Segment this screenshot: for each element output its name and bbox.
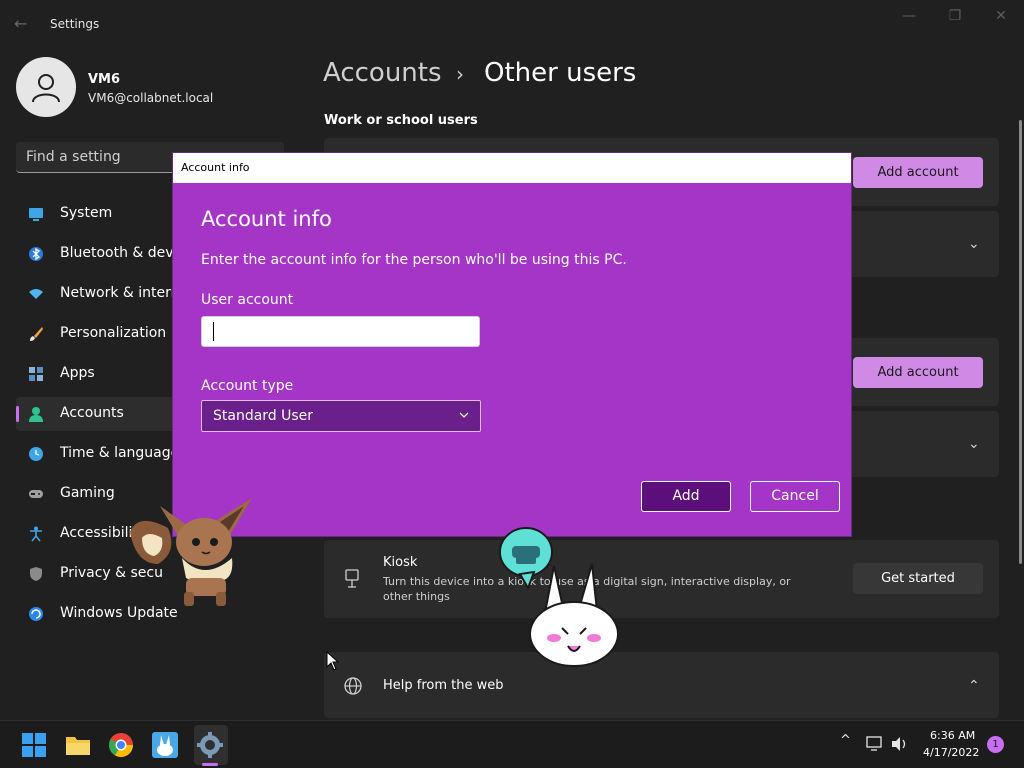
sidebar-item-label: Network & interne [60, 285, 189, 301]
profile-email: VM6@collabnet.local [88, 91, 214, 105]
kiosk-title: Kiosk [383, 555, 418, 570]
maximize-button[interactable]: ❐ [940, 8, 970, 26]
tray-overflow-chevron-icon[interactable]: ^ [840, 733, 851, 748]
account-info-dialog: Account info Account info Enter the acco… [172, 152, 852, 537]
sidebar-item-label: Bluetooth & devic [60, 245, 186, 261]
notification-badge[interactable]: 1 [987, 736, 1004, 753]
volume-tray-icon[interactable] [891, 736, 909, 752]
profile-name: VM6 [88, 72, 121, 87]
section-heading-work-school: Work or school users [324, 113, 478, 128]
sidebar-item-label: Apps [60, 365, 95, 381]
chrome-icon[interactable] [107, 731, 135, 759]
person-icon [29, 407, 43, 422]
fox-sticker-icon [130, 498, 252, 606]
gamepad-icon [29, 490, 43, 498]
file-explorer-icon[interactable] [64, 731, 92, 759]
user-account-label: User account [201, 292, 294, 308]
accessibility-icon [30, 526, 42, 542]
account-type-select[interactable]: Standard User [201, 400, 481, 432]
sidebar-item-label: Time & language [60, 445, 180, 461]
bunny-sticker-icon [499, 527, 619, 667]
account-type-label: Account type [201, 378, 294, 394]
mouse-cursor-icon [326, 651, 340, 671]
dialog-description: Enter the account info for the person wh… [201, 252, 627, 268]
breadcrumb-accounts[interactable]: Accounts [323, 58, 442, 88]
add-other-user-button[interactable]: Add account [853, 357, 983, 388]
brush-icon [30, 327, 43, 341]
chevron-down-icon[interactable]: ⌄ [968, 236, 980, 252]
breadcrumb-separator-icon: › [456, 62, 464, 86]
user-account-input[interactable] [201, 316, 480, 347]
cancel-button[interactable]: Cancel [750, 481, 840, 512]
scrollbar[interactable] [1019, 120, 1022, 564]
chevron-down-icon [459, 412, 469, 418]
text-caret [213, 322, 214, 341]
taskbar-running-indicator [202, 763, 218, 766]
back-arrow-icon[interactable]: ← [14, 14, 34, 34]
clock-date[interactable]: 4/17/2022 [923, 746, 979, 759]
sidebar-item-label: Gaming [60, 485, 115, 501]
app-title: Settings [50, 17, 100, 31]
sidebar-item-label: System [60, 205, 113, 221]
clock-globe-icon [29, 447, 43, 461]
network-tray-icon[interactable] [866, 736, 884, 752]
account-type-value: Standard User [213, 408, 314, 424]
update-icon [29, 607, 43, 621]
kiosk-get-started-button[interactable]: Get started [853, 563, 983, 594]
person-icon [32, 74, 60, 103]
taskbar: ^ 6:36 AM 4/17/2022 1 [0, 720, 1024, 768]
clock-time[interactable]: 6:36 AM [930, 729, 975, 742]
page-title: Other users [484, 58, 637, 88]
globe-icon [344, 677, 362, 695]
dialog-heading: Account info [201, 207, 332, 231]
avatar[interactable] [16, 57, 76, 117]
add-work-account-button[interactable]: Add account [853, 157, 983, 188]
help-title: Help from the web [383, 678, 504, 693]
close-button[interactable]: ✕ [986, 8, 1016, 26]
chevron-down-icon[interactable]: ⌄ [968, 436, 980, 452]
kiosk-icon [345, 569, 359, 588]
title-bar: ← Settings — ❐ ✕ [0, 0, 1024, 48]
wifi-icon [29, 289, 43, 299]
add-button[interactable]: Add [641, 481, 731, 512]
dialog-title-bar: Account info [173, 153, 851, 183]
minimize-button[interactable]: — [894, 8, 924, 26]
settings-gear-icon[interactable] [196, 731, 224, 759]
bluetooth-icon [29, 247, 43, 261]
bunny-app-icon[interactable] [151, 731, 179, 759]
dialog-window-title: Account info [181, 161, 250, 174]
shield-icon [30, 567, 42, 581]
sidebar-item-label: Accessibilit [60, 525, 138, 541]
sidebar-item-label: Accounts [60, 405, 124, 421]
start-button-icon[interactable] [20, 731, 48, 759]
chevron-up-icon[interactable]: ⌃ [968, 678, 980, 694]
sidebar-item-label: Personalization [60, 325, 167, 341]
monitor-icon [29, 208, 43, 221]
apps-icon [29, 367, 43, 381]
search-input[interactable]: Find a setting [26, 149, 121, 165]
